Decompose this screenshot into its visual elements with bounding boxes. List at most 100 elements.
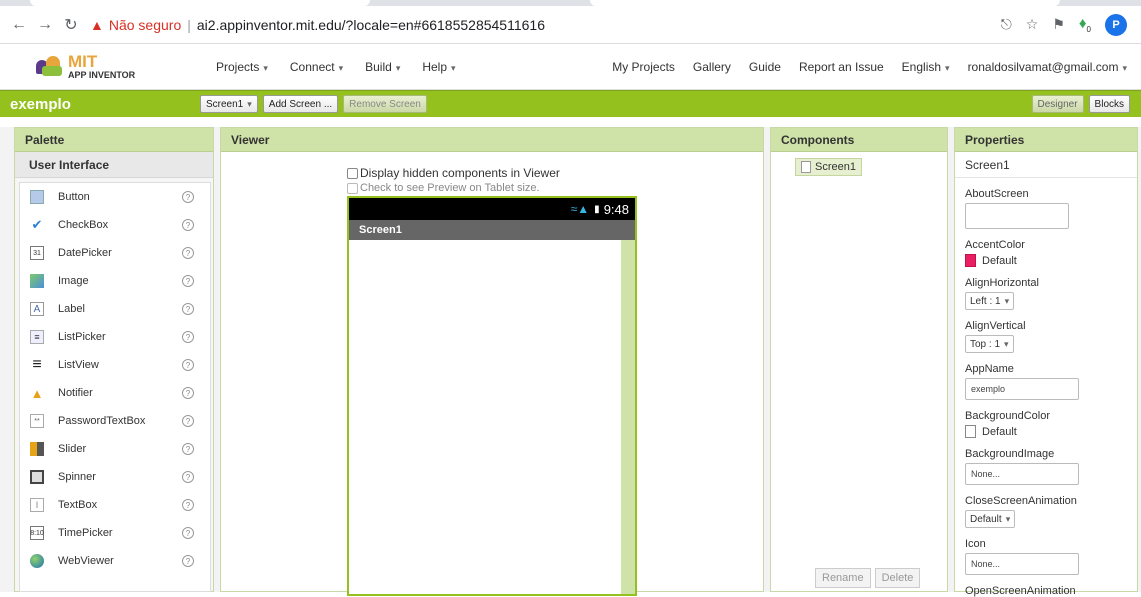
screen-select[interactable]: Screen1 ▾ [200, 95, 258, 113]
webviewer-icon [30, 554, 44, 568]
phone-scrollbar[interactable] [621, 240, 635, 594]
palette-item-button[interactable]: Button? [20, 183, 210, 211]
help-icon[interactable]: ? [182, 527, 194, 539]
prop-label-accent-color: AccentColor [965, 239, 1025, 251]
help-icon[interactable]: ? [182, 303, 194, 315]
palette-item-slider[interactable]: Slider? [20, 435, 210, 463]
palette-item-image[interactable]: Image? [20, 267, 210, 295]
menu-connect[interactable]: Connect ▾ [290, 60, 343, 74]
palette-item-webviewer[interactable]: WebViewer? [20, 547, 210, 575]
help-icon[interactable]: ? [182, 247, 194, 259]
app-inventor-logo[interactable]: MIT APP INVENTOR [0, 44, 140, 90]
about-screen-input[interactable] [965, 203, 1069, 229]
help-icon[interactable]: ? [182, 387, 194, 399]
palette-item-label[interactable]: A Label? [20, 295, 210, 323]
language-menu[interactable]: English ▾ [902, 60, 950, 74]
background-color-picker[interactable]: Default [965, 425, 1137, 438]
accent-color-picker[interactable]: Default [965, 254, 1137, 267]
app-header: MIT APP INVENTOR Projects ▾ Connect ▾ Buil… [0, 44, 1141, 90]
star-icon[interactable]: ☆ [1026, 16, 1039, 33]
phone-preview[interactable]: ≈▲ ▮ 9:48 Screen1 [347, 196, 637, 596]
blocks-button[interactable]: Blocks [1088, 95, 1130, 113]
help-icon[interactable]: ? [182, 331, 194, 343]
address-bar[interactable]: ▲ Não seguro | ai2.appinventor.mit.edu/?… [86, 11, 1001, 39]
button-icon [30, 190, 44, 204]
menu-projects[interactable]: Projects ▾ [216, 60, 268, 74]
textbox-icon: I [30, 498, 44, 512]
passwordtextbox-icon: ** [30, 414, 44, 428]
palette-item-listpicker[interactable]: ≡ ListPicker? [20, 323, 210, 351]
palette-panel: Palette User Interface Button? ✔ CheckBox… [14, 127, 214, 592]
palette-item-textbox[interactable]: I TextBox? [20, 491, 210, 519]
help-icon[interactable]: ? [182, 275, 194, 287]
designer-button[interactable]: Designer [1031, 95, 1084, 113]
prop-label-background-image: BackgroundImage [965, 448, 1055, 460]
palette-item-listview[interactable]: ≡ ListView? [20, 351, 210, 379]
component-node-screen1[interactable]: Screen1 [795, 158, 862, 176]
flag-icon[interactable]: ⚑ [1052, 16, 1065, 33]
palette-item-notifier[interactable]: ▲ Notifier? [20, 379, 210, 407]
help-icon[interactable]: ? [182, 499, 194, 511]
help-icon[interactable]: ? [182, 219, 194, 231]
reload-icon[interactable]: ↻ [60, 14, 82, 36]
close-screen-animation-select[interactable]: Default ▾ [965, 510, 1016, 528]
help-icon[interactable]: ? [182, 415, 194, 427]
back-arrow-icon[interactable]: ← [8, 14, 30, 36]
screen-icon [801, 161, 811, 173]
extension-icon[interactable]: ♦0 [1079, 15, 1091, 34]
battery-icon: ▮ [594, 203, 600, 215]
link-my-projects[interactable]: My Projects [612, 60, 675, 74]
palette-item-spinner[interactable]: Spinner? [20, 463, 210, 491]
prop-label-app-name: AppName [965, 363, 1014, 375]
palette-list: Button? ✔ CheckBox? 31 DatePicker? Image? … [19, 182, 211, 592]
help-icon[interactable]: ? [182, 555, 194, 567]
account-menu[interactable]: ronaldosilvamat@gmail.com ▾ [968, 60, 1127, 74]
notifier-icon: ▲ [30, 385, 44, 401]
label-icon: A [30, 302, 44, 316]
spinner-icon [30, 470, 44, 484]
link-report-issue[interactable]: Report an Issue [799, 60, 884, 74]
tablet-preview-checkbox[interactable]: Check to see Preview on Tablet size. [347, 182, 540, 194]
datepicker-icon: 31 [30, 246, 44, 260]
icon-input[interactable]: None... [965, 553, 1079, 575]
background-image-input[interactable]: None... [965, 463, 1079, 485]
security-label: Não seguro [108, 16, 182, 33]
palette-item-timepicker[interactable]: 8:10 TimePicker? [20, 519, 210, 547]
listview-icon: ≡ [32, 356, 42, 373]
app-name-input[interactable]: exemplo [965, 378, 1079, 400]
components-title: Components [771, 128, 947, 152]
help-icon[interactable]: ? [182, 471, 194, 483]
align-vertical-select[interactable]: Top : 1 ▾ [965, 335, 1014, 353]
help-icon[interactable]: ? [182, 191, 194, 203]
image-icon [30, 274, 44, 288]
properties-screen-name: Screen1 [955, 152, 1137, 178]
palette-item-passwordtextbox[interactable]: ** PasswordTextBox? [20, 407, 210, 435]
prop-label-close-screen-animation: CloseScreenAnimation [965, 495, 1077, 507]
link-gallery[interactable]: Gallery [693, 60, 731, 74]
phone-screen-title: Screen1 [349, 220, 635, 240]
key-icon[interactable]: ⎋ [1001, 16, 1012, 33]
menu-help[interactable]: Help ▾ [422, 60, 455, 74]
delete-button[interactable]: Delete [874, 568, 921, 588]
timepicker-icon: 8:10 [30, 526, 44, 540]
prop-label-align-vertical: AlignVertical [965, 320, 1026, 332]
logo-mark-icon [36, 55, 64, 78]
project-name: exemplo [10, 95, 71, 113]
help-icon[interactable]: ? [182, 359, 194, 371]
palette-item-checkbox[interactable]: ✔ CheckBox? [20, 211, 210, 239]
palette-item-datepicker[interactable]: 31 DatePicker? [20, 239, 210, 267]
hidden-components-checkbox[interactable]: Display hidden components in Viewer [347, 166, 560, 180]
help-icon[interactable]: ? [182, 443, 194, 455]
link-guide[interactable]: Guide [749, 60, 781, 74]
palette-title: Palette [15, 128, 213, 152]
phone-time: 9:48 [603, 201, 629, 217]
palette-section-user-interface[interactable]: User Interface [15, 152, 213, 178]
menu-build[interactable]: Build ▾ [365, 60, 400, 74]
rename-button[interactable]: Rename [815, 568, 871, 588]
forward-arrow-icon[interactable]: → [34, 14, 56, 36]
add-screen-button[interactable]: Add Screen ... [262, 95, 339, 113]
profile-avatar[interactable]: P [1105, 13, 1127, 36]
align-horizontal-select[interactable]: Left : 1 ▾ [965, 292, 1015, 310]
viewer-title: Viewer [221, 128, 763, 152]
remove-screen-button[interactable]: Remove Screen [343, 95, 427, 113]
